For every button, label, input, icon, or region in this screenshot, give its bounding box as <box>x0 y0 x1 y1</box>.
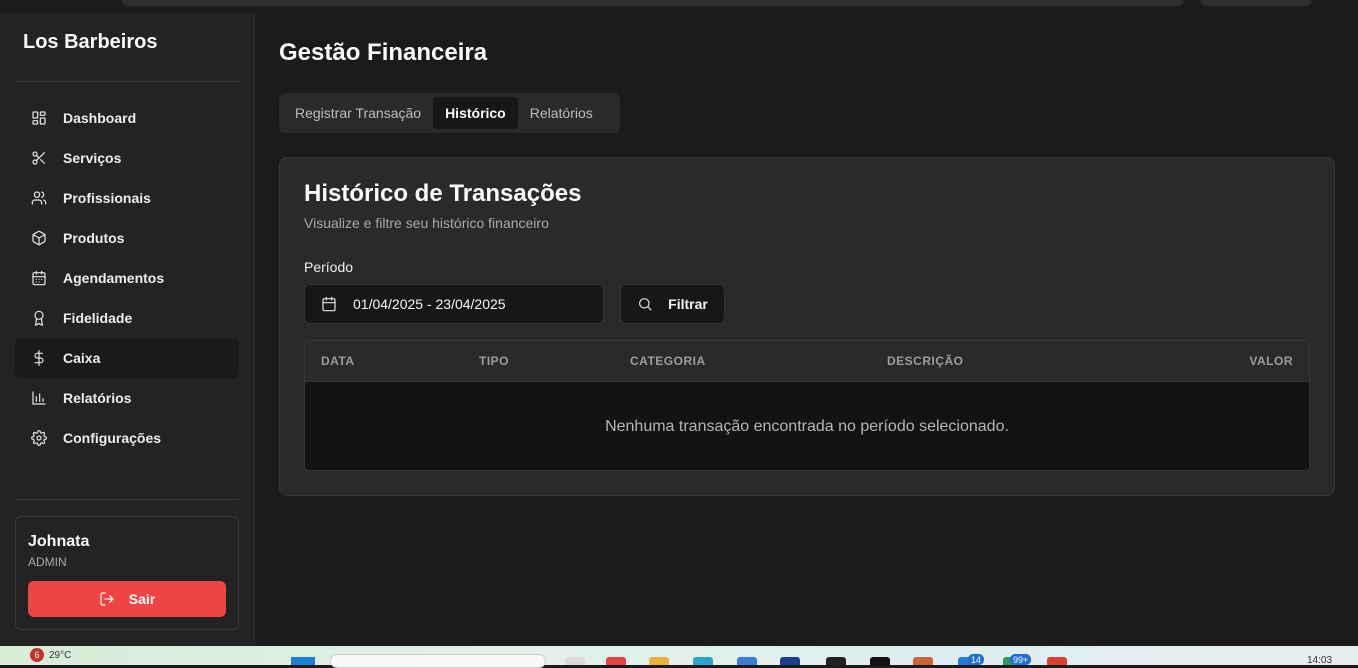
temperature: 29°C <box>49 649 72 661</box>
browser-top-strip <box>0 0 1358 13</box>
page-title: Gestão Financeira <box>279 39 488 66</box>
users-icon <box>31 190 47 206</box>
main-content: Gestão Financeira Registrar Transação Hi… <box>256 13 1358 646</box>
sidebar-item-label: Fidelidade <box>63 310 133 326</box>
brand-logo-text: Los Barbeiros <box>23 31 158 53</box>
clock[interactable]: 14:03 <box>1307 655 1332 666</box>
sidebar-item-caixa[interactable]: Caixa <box>15 338 239 378</box>
sidebar-item-label: Profissionais <box>63 190 151 206</box>
sidebar-item-label: Configurações <box>63 430 162 446</box>
taskbar-app-icon[interactable] <box>737 657 757 665</box>
taskbar-app-icon[interactable] <box>606 657 626 665</box>
windows-taskbar: 6 29°C 14 99+ 14:03 <box>0 646 1358 668</box>
notification-count-badge: 99+ <box>1010 654 1032 665</box>
filter-label: Filtrar <box>668 296 708 312</box>
tab-relatorios[interactable]: Relatórios <box>518 97 605 129</box>
taskbar-app-icon[interactable] <box>565 657 585 665</box>
sidebar-nav: Dashboard Serviços Profissionais Produto… <box>15 98 239 458</box>
sidebar-item-label: Caixa <box>63 350 101 366</box>
sidebar-item-agendamentos[interactable]: Agendamentos <box>15 258 239 298</box>
dashboard-icon <box>31 110 47 126</box>
column-header-categoria[interactable]: CATEGORIA <box>630 354 706 368</box>
sidebar-item-fidelidade[interactable]: Fidelidade <box>15 298 239 338</box>
date-range-picker[interactable]: 01/04/2025 - 23/04/2025 <box>304 284 604 324</box>
chrome-icon[interactable] <box>913 657 933 665</box>
filter-button[interactable]: Filtrar <box>620 284 725 324</box>
calendar-icon <box>31 270 47 286</box>
taskbar-search-input[interactable] <box>330 654 546 668</box>
sidebar-divider-top <box>15 81 239 82</box>
calendar-icon <box>322 296 336 312</box>
mail-count-badge: 14 <box>968 654 985 665</box>
empty-state-message: Nenhuma transação encontrada no período … <box>605 418 1009 435</box>
sidebar: Los Barbeiros Dashboard Serviços Profiss… <box>0 13 255 646</box>
sidebar-item-profissionais[interactable]: Profissionais <box>15 178 239 218</box>
user-card: Johnata ADMIN Sair <box>15 516 239 630</box>
sidebar-item-label: Produtos <box>63 230 125 246</box>
column-header-data[interactable]: DATA <box>321 354 355 368</box>
logout-icon <box>100 592 114 606</box>
sidebar-item-dashboard[interactable]: Dashboard <box>15 98 239 138</box>
sidebar-item-configuracoes[interactable]: Configurações <box>15 418 239 458</box>
bar-chart-icon <box>31 390 47 406</box>
sidebar-item-label: Relatórios <box>63 390 132 406</box>
dollar-icon <box>31 350 47 366</box>
sidebar-item-label: Agendamentos <box>63 270 165 286</box>
transactions-table: DATA TIPO CATEGORIA DESCRIÇÃO VALOR Nenh… <box>304 340 1310 471</box>
column-header-valor[interactable]: VALOR <box>1249 354 1293 368</box>
windows-start-icon[interactable] <box>291 657 315 665</box>
sidebar-item-servicos[interactable]: Serviços <box>15 138 239 178</box>
edge-icon[interactable] <box>693 657 713 665</box>
column-header-tipo[interactable]: TIPO <box>479 354 509 368</box>
taskbar-app-icon[interactable] <box>870 657 890 665</box>
taskbar-app-icon[interactable] <box>826 657 846 665</box>
sidebar-item-label: Serviços <box>63 150 122 166</box>
search-icon <box>639 298 652 311</box>
folder-icon[interactable] <box>649 657 669 665</box>
weather-badge: 6 <box>30 648 44 662</box>
logout-label: Sair <box>128 591 156 607</box>
taskbar-app-icon[interactable] <box>1047 657 1067 665</box>
gear-icon <box>31 430 47 446</box>
card-title: Histórico de Transações <box>304 180 582 207</box>
package-icon <box>31 230 47 246</box>
sidebar-item-label: Dashboard <box>63 110 137 126</box>
table-header: DATA TIPO CATEGORIA DESCRIÇÃO VALOR <box>305 341 1309 382</box>
date-range-value: 01/04/2025 - 23/04/2025 <box>353 296 506 312</box>
tab-historico[interactable]: Histórico <box>433 97 518 129</box>
user-role: ADMIN <box>28 555 67 569</box>
browser-address-bar[interactable] <box>120 0 1186 6</box>
logout-button[interactable]: Sair <box>28 581 226 617</box>
sidebar-item-relatorios[interactable]: Relatórios <box>15 378 239 418</box>
taskbar-app-icon[interactable] <box>780 657 800 665</box>
sidebar-item-produtos[interactable]: Produtos <box>15 218 239 258</box>
user-name: Johnata <box>28 533 90 550</box>
table-body: Nenhuma transação encontrada no período … <box>305 382 1309 470</box>
sidebar-divider-bottom <box>15 499 239 500</box>
period-label: Período <box>304 259 354 275</box>
tab-registrar-transacao[interactable]: Registrar Transação <box>283 97 433 129</box>
award-icon <box>31 310 47 326</box>
tabs-list: Registrar Transação Histórico Relatórios <box>279 93 620 133</box>
column-header-descricao[interactable]: DESCRIÇÃO <box>887 354 964 368</box>
browser-profile-area[interactable] <box>1198 0 1314 6</box>
weather-widget[interactable]: 6 29°C <box>30 648 71 662</box>
card-subtitle: Visualize e filtre seu histórico finance… <box>304 215 549 231</box>
history-card: Histórico de Transações Visualize e filt… <box>279 157 1335 496</box>
scissors-icon <box>31 150 47 166</box>
